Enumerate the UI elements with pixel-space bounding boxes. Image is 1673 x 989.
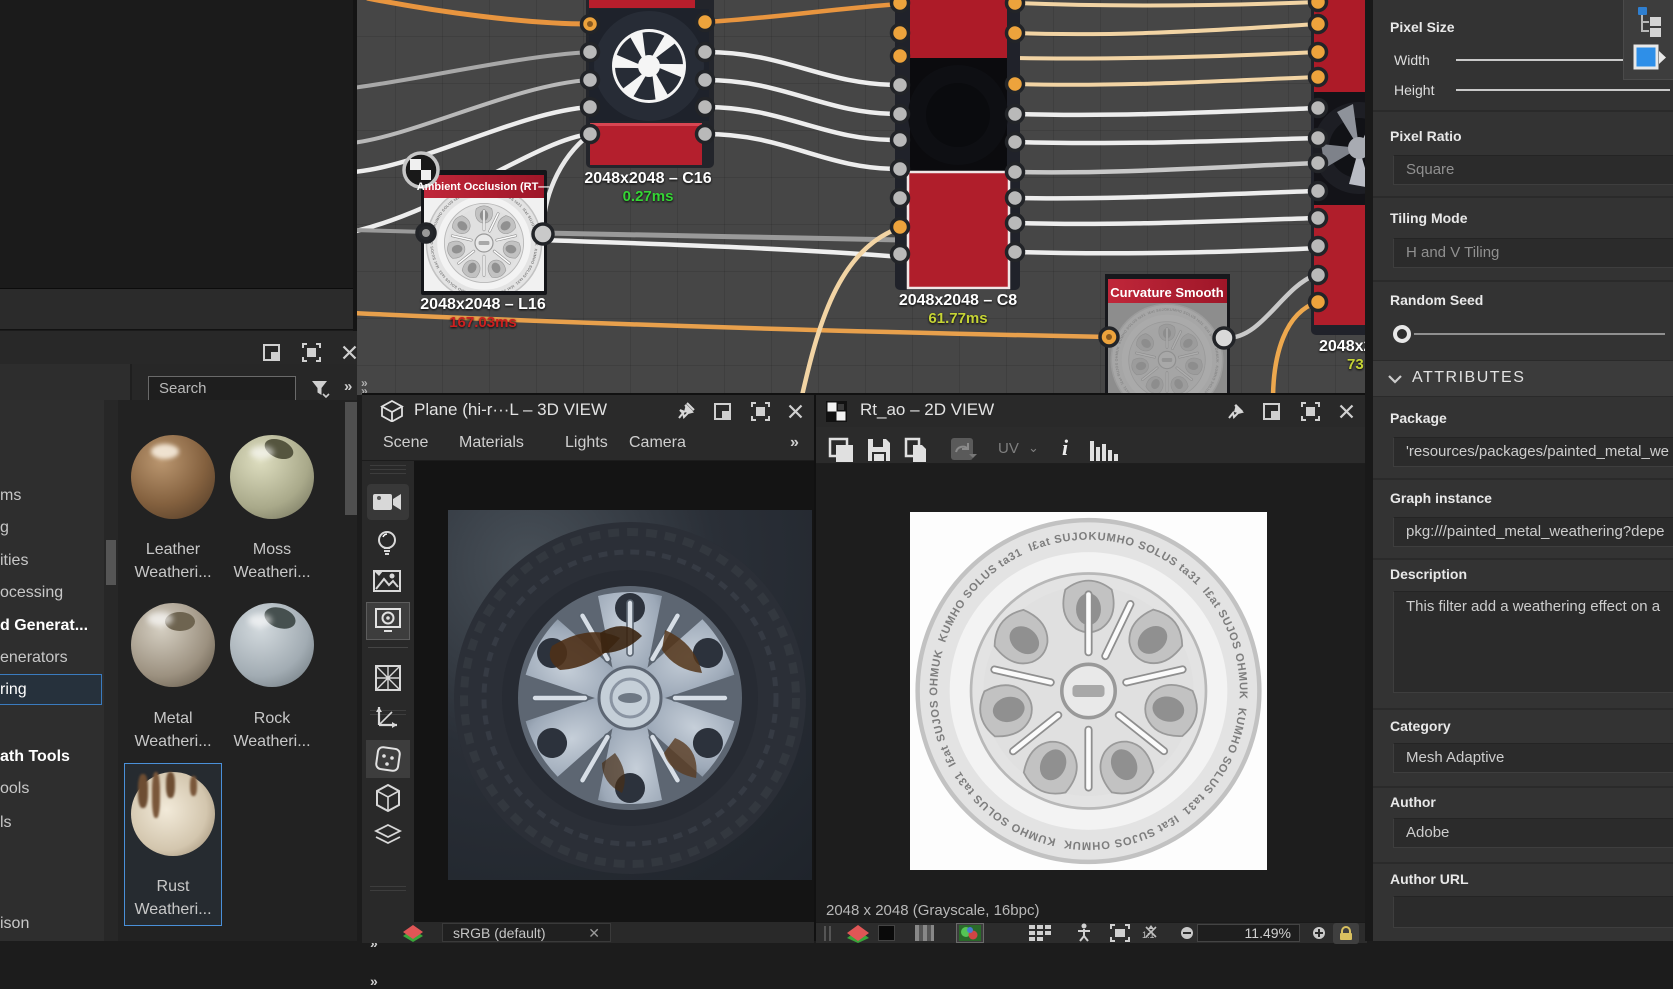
svg-text:1:1: 1:1: [1142, 930, 1155, 940]
svg-text:Ambient Occlusion (RT—: Ambient Occlusion (RT—: [417, 181, 550, 193]
svg-text:Curvature Smooth: Curvature Smooth: [1110, 285, 1223, 300]
